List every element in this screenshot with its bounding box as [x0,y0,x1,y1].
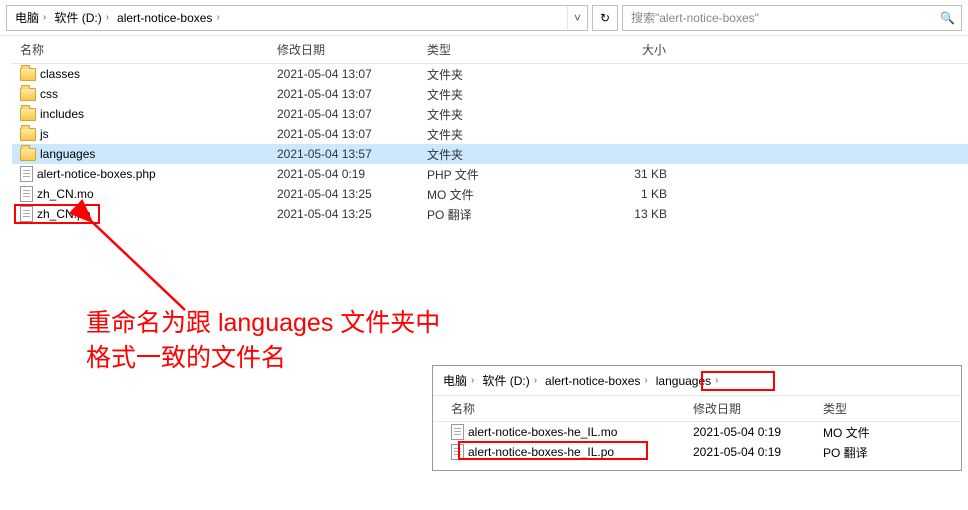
file-date: 2021-05-04 0:19 [693,445,823,459]
file-date: 2021-05-04 0:19 [693,425,823,439]
breadcrumb-label: 电脑 [443,372,467,389]
chevron-right-icon: › [715,375,718,386]
file-name: zh_CN.mo [37,187,94,201]
file-name: alert-notice-boxes.php [37,167,156,181]
sub-breadcrumb[interactable]: 电脑 › 软件 (D:) › alert-notice-boxes › lang… [433,366,961,396]
breadcrumb-label: 电脑 [15,9,39,26]
file-date: 2021-05-04 13:07 [277,107,427,121]
table-row[interactable]: zh_CN.po 2021-05-04 13:25PO 翻译13 KB [12,204,968,224]
file-icon [20,186,33,202]
file-type: 文件夹 [427,66,597,83]
chevron-right-icon: › [106,12,109,23]
header-type[interactable]: 类型 [823,400,923,417]
folder-icon [20,88,36,101]
column-headers: 名称 修改日期 类型 大小 [12,36,968,64]
table-row[interactable]: classes 2021-05-04 13:07文件夹 [12,64,968,84]
header-name[interactable]: 名称 [443,400,693,417]
refresh-icon: ↻ [600,11,610,25]
file-type: PHP 文件 [427,166,597,183]
file-name: classes [40,67,80,81]
file-size: 13 KB [597,207,687,221]
file-icon [20,206,33,222]
breadcrumb[interactable]: 电脑 › 软件 (D:) › alert-notice-boxes › ˅ [6,5,588,31]
breadcrumb-item-pc[interactable]: 电脑 › [11,6,50,30]
file-date: 2021-05-04 13:07 [277,87,427,101]
table-row[interactable]: css 2021-05-04 13:07文件夹 [12,84,968,104]
table-row[interactable]: js 2021-05-04 13:07文件夹 [12,124,968,144]
file-date: 2021-05-04 13:25 [277,187,427,201]
table-row[interactable]: zh_CN.mo 2021-05-04 13:25MO 文件1 KB [12,184,968,204]
file-icon [451,424,464,440]
table-row[interactable]: includes 2021-05-04 13:07文件夹 [12,104,968,124]
annotation-arrow-icon [80,210,200,320]
file-type: 文件夹 [427,106,597,123]
file-name: alert-notice-boxes-he_IL.po [468,445,614,459]
folder-icon [20,128,36,141]
sub-window: 电脑 › 软件 (D:) › alert-notice-boxes › lang… [432,365,962,471]
file-name: alert-notice-boxes-he_IL.mo [468,425,617,439]
address-toolbar: 电脑 › 软件 (D:) › alert-notice-boxes › ˅ ↻ … [0,0,968,36]
search-box[interactable]: 🔍 [622,5,962,31]
breadcrumb-dropdown[interactable]: ˅ [567,6,583,30]
refresh-button[interactable]: ↻ [592,5,618,31]
folder-icon [20,148,36,161]
header-date[interactable]: 修改日期 [277,41,427,58]
breadcrumb-label: languages [656,374,711,388]
breadcrumb-label: alert-notice-boxes [545,374,640,388]
annotation-text: 重命名为跟 languages 文件夹中 格式一致的文件名 [86,306,440,376]
table-row[interactable]: alert-notice-boxes.php 2021-05-04 0:19PHP… [12,164,968,184]
breadcrumb-label: 软件 (D:) [54,9,101,26]
breadcrumb-item-current[interactable]: languages › [652,366,723,395]
header-size[interactable]: 大小 [597,41,687,58]
file-type: 文件夹 [427,146,597,163]
file-type: MO 文件 [427,186,597,203]
file-name: includes [40,107,84,121]
chevron-right-icon: › [43,12,46,23]
breadcrumb-item-drive[interactable]: 软件 (D:) › [478,366,541,395]
table-row[interactable]: languages 2021-05-04 13:57文件夹 [12,144,968,164]
chevron-right-icon: › [471,375,474,386]
file-type: 文件夹 [427,86,597,103]
chevron-right-icon: › [644,375,647,386]
search-icon[interactable]: 🔍 [940,11,955,25]
file-type: MO 文件 [823,424,923,441]
file-name: js [40,127,49,141]
file-list: 名称 修改日期 类型 大小 classes2021-05-04 13:07文件夹… [0,36,968,224]
file-name: zh_CN.po [37,207,90,221]
breadcrumb-item-drive[interactable]: 软件 (D:) › [50,6,113,30]
table-row[interactable]: alert-notice-boxes-he_IL.po 2021-05-04 0:… [433,442,961,462]
file-date: 2021-05-04 13:57 [277,147,427,161]
file-date: 2021-05-04 13:25 [277,207,427,221]
file-type: PO 翻译 [427,206,597,223]
header-type[interactable]: 类型 [427,41,597,58]
breadcrumb-label: alert-notice-boxes [117,11,212,25]
file-date: 2021-05-04 13:07 [277,127,427,141]
file-type: PO 翻译 [823,444,923,461]
breadcrumb-label: 软件 (D:) [482,372,529,389]
file-icon [20,166,33,182]
file-name: languages [40,147,95,161]
breadcrumb-item-pc[interactable]: 电脑 › [439,366,478,395]
folder-icon [20,68,36,81]
header-date[interactable]: 修改日期 [693,400,823,417]
chevron-right-icon: › [534,375,537,386]
breadcrumb-item-folder[interactable]: alert-notice-boxes › [113,6,224,30]
search-input[interactable] [629,10,940,26]
file-date: 2021-05-04 0:19 [277,167,427,181]
sub-column-headers: 名称 修改日期 类型 [433,396,961,422]
chevron-right-icon: › [216,12,219,23]
table-row[interactable]: alert-notice-boxes-he_IL.mo 2021-05-04 0:… [433,422,961,442]
folder-icon [20,108,36,121]
file-date: 2021-05-04 13:07 [277,67,427,81]
breadcrumb-item-parent[interactable]: alert-notice-boxes › [541,366,652,395]
file-type: 文件夹 [427,126,597,143]
header-name[interactable]: 名称 [12,41,277,58]
file-icon [451,444,464,460]
file-name: css [40,87,58,101]
file-size: 31 KB [597,167,687,181]
file-size: 1 KB [597,187,687,201]
